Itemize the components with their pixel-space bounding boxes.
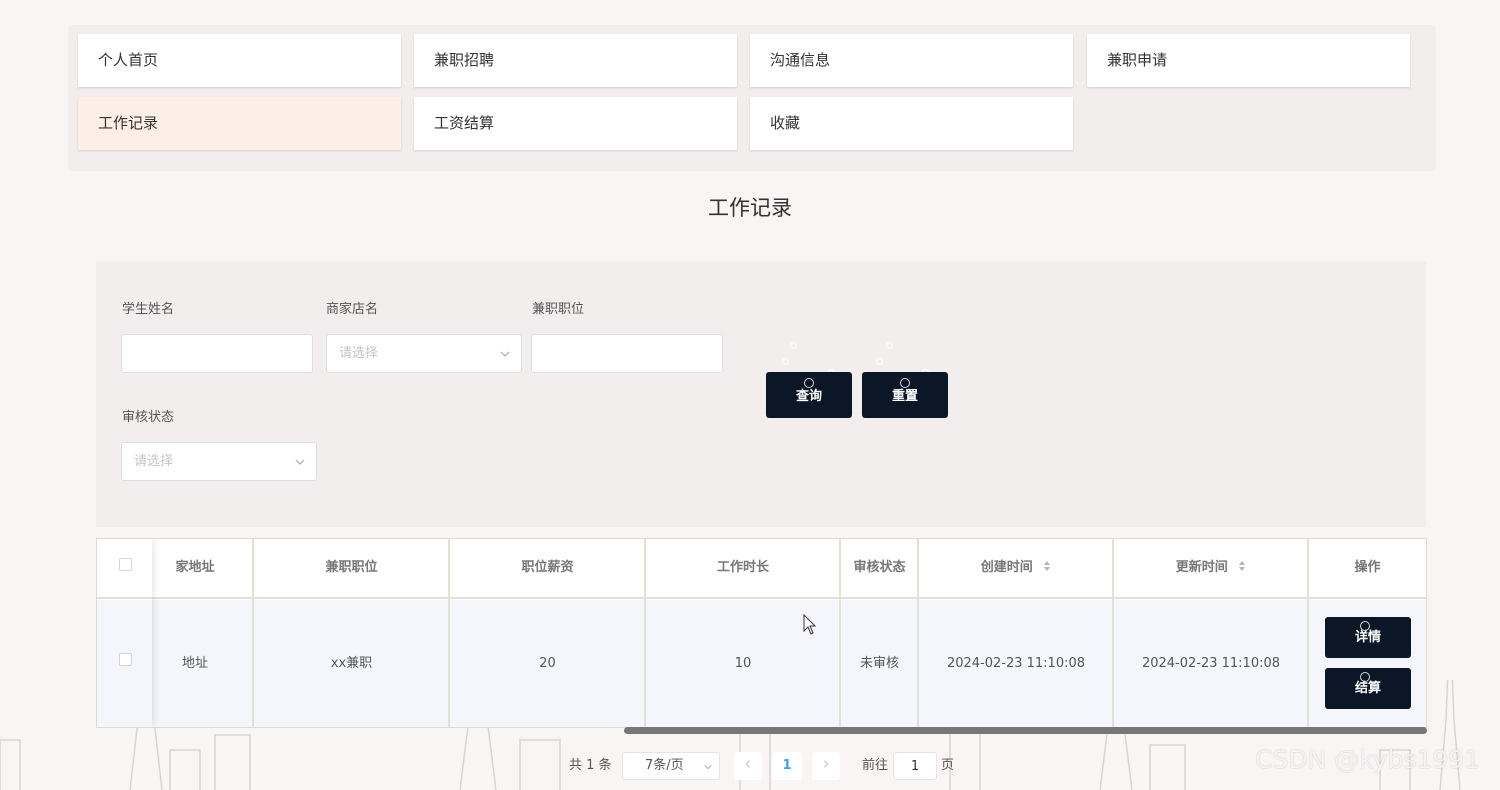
review-status-select[interactable]: 请选择 [121, 442, 317, 481]
review-status-placeholder: 请选择 [134, 454, 174, 469]
goto-suffix: 页 [941, 758, 955, 773]
select-all-checkbox[interactable] [119, 558, 132, 571]
nav-item-salary-settlement[interactable]: 工资结算 [414, 97, 737, 150]
fixed-checkbox-column [97, 539, 152, 727]
detail-button[interactable]: 详情 [1325, 617, 1411, 658]
shop-name-placeholder: 请选择 [339, 346, 379, 361]
row-checkbox[interactable] [119, 653, 132, 666]
position-label: 兼职职位 [532, 302, 585, 317]
table-horizontal-scrollbar[interactable] [96, 727, 1427, 735]
table-column-divider [450, 539, 646, 727]
shop-name-select[interactable]: 请选择 [326, 334, 522, 373]
bubble-decoration [1360, 672, 1370, 682]
table-column-divider [919, 539, 1114, 727]
chevron-down-icon [500, 351, 510, 357]
pagination-total: 共 1 条 [569, 758, 612, 773]
prev-page-button[interactable] [734, 752, 762, 780]
nav-item-favorites[interactable]: 收藏 [750, 97, 1073, 150]
review-status-label: 审核状态 [122, 410, 175, 425]
position-input[interactable] [531, 334, 723, 373]
nav-item-home[interactable]: 个人首页 [78, 34, 401, 87]
shop-name-label: 商家店名 [326, 302, 379, 317]
bubble-decoration [1360, 621, 1370, 631]
detail-button-label: 详情 [1354, 630, 1381, 645]
table-header-actions: 操作 [1309, 539, 1426, 599]
goto-page-input[interactable] [893, 752, 937, 780]
page-size-value: 7条/页 [645, 758, 684, 773]
chevron-down-icon [295, 459, 305, 465]
page-number-current[interactable]: 1 [772, 752, 802, 780]
student-name-label: 学生姓名 [122, 302, 175, 317]
scrollbar-thumb[interactable] [624, 727, 1427, 734]
table-cell-actions: 详情 结算 [1309, 600, 1426, 727]
chevron-left-icon [745, 760, 751, 768]
settle-button-label: 结算 [1354, 681, 1381, 696]
page-title: 工作记录 [708, 196, 792, 220]
reset-button[interactable]: 重置 [862, 372, 948, 418]
bubble-decoration [886, 342, 893, 349]
chevron-right-icon [823, 760, 829, 768]
settle-button[interactable]: 结算 [1325, 668, 1411, 709]
work-records-table: 家地址 地址 兼职职位 xx兼职 职位薪资 20 工作时长 10 审核状态 未审… [96, 538, 1427, 728]
next-page-button[interactable] [812, 752, 840, 780]
query-button-label: 查询 [795, 389, 822, 404]
student-name-input[interactable] [121, 334, 313, 373]
mouse-cursor-icon [803, 614, 817, 635]
reset-button-label: 重置 [891, 389, 918, 404]
nav-item-work-records[interactable]: 工作记录 [78, 97, 401, 150]
bubble-decoration [782, 358, 789, 365]
nav-item-job-apply[interactable]: 兼职申请 [1087, 34, 1410, 87]
page-size-select[interactable]: 7条/页 [622, 752, 720, 780]
bubble-decoration [876, 358, 883, 365]
table-column-divider [254, 539, 450, 727]
nav-item-messages[interactable]: 沟通信息 [750, 34, 1073, 87]
goto-prefix: 前往 [862, 758, 889, 773]
table-column-divider [841, 539, 919, 727]
chevron-down-icon [704, 764, 712, 770]
bubble-decoration [790, 342, 797, 349]
nav-item-job-recruit[interactable]: 兼职招聘 [414, 34, 737, 87]
query-button[interactable]: 查询 [766, 372, 852, 418]
search-panel: 学生姓名 商家店名 请选择 兼职职位 审核状态 请选择 查询 重置 [96, 262, 1426, 527]
bubble-decoration [900, 378, 910, 388]
top-nav: 个人首页 兼职招聘 沟通信息 兼职申请 工作记录 工资结算 收藏 [68, 25, 1436, 171]
watermark: CSDN @kybs1991 [1255, 745, 1481, 774]
bubble-decoration [804, 378, 814, 388]
table-column-divider [1114, 539, 1309, 727]
